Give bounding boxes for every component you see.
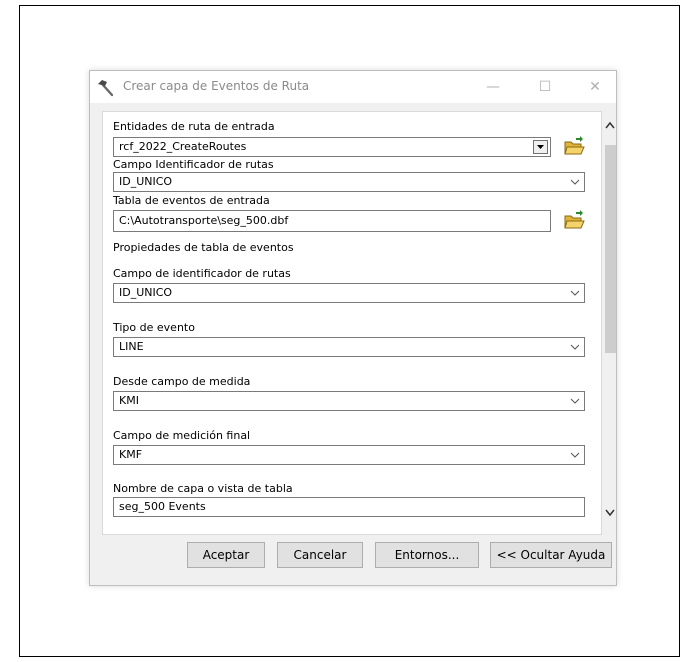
minimize-button[interactable]: — bbox=[470, 71, 516, 103]
triangle-down-icon bbox=[537, 145, 544, 149]
chevron-down-icon bbox=[570, 179, 580, 185]
input-routes-label: Entidades de ruta de entrada bbox=[113, 120, 275, 133]
layer-name-value: seg_500 Events bbox=[119, 500, 206, 513]
event-type-label: Tipo de evento bbox=[113, 321, 195, 334]
event-route-id-label: Campo de identificador de rutas bbox=[113, 267, 291, 280]
input-routes-combo[interactable]: rcf_2022_CreateRoutes bbox=[113, 137, 551, 157]
cancel-button[interactable]: Cancelar bbox=[277, 542, 363, 568]
input-routes-dropdown-button[interactable] bbox=[533, 140, 548, 154]
browse-routes-button[interactable] bbox=[563, 136, 585, 158]
scroll-down-icon[interactable] bbox=[604, 503, 616, 521]
chevron-down-icon bbox=[570, 398, 580, 404]
from-measure-label: Desde campo de medida bbox=[113, 375, 251, 388]
ok-button[interactable]: Aceptar bbox=[187, 542, 265, 568]
to-measure-value: KMF bbox=[119, 448, 143, 461]
hide-help-button[interactable]: << Ocultar Ayuda bbox=[490, 542, 612, 568]
maximize-button[interactable]: ☐ bbox=[522, 71, 568, 103]
route-events-dialog: Crear capa de Eventos de Ruta — ☐ ✕ Enti… bbox=[89, 70, 617, 586]
environments-button[interactable]: Entornos... bbox=[375, 542, 479, 568]
chevron-down-icon bbox=[570, 290, 580, 296]
to-measure-label: Campo de medición final bbox=[113, 429, 251, 442]
event-table-value: C:\Autotransporte\seg_500.dbf bbox=[119, 214, 289, 227]
chevron-down-icon bbox=[570, 344, 580, 350]
route-id-field-select[interactable]: ID_UNICO bbox=[113, 172, 585, 192]
event-type-select[interactable]: LINE bbox=[113, 337, 585, 357]
chevron-down-icon bbox=[570, 452, 580, 458]
browse-table-button[interactable] bbox=[563, 210, 585, 232]
input-routes-value: rcf_2022_CreateRoutes bbox=[119, 140, 247, 153]
vertical-scrollbar[interactable] bbox=[604, 111, 616, 535]
event-table-input[interactable]: C:\Autotransporte\seg_500.dbf bbox=[113, 210, 551, 232]
layer-name-input[interactable]: seg_500 Events bbox=[113, 497, 585, 517]
scroll-up-icon[interactable] bbox=[604, 117, 616, 135]
from-measure-value: KMI bbox=[119, 394, 139, 407]
event-props-label: Propiedades de tabla de eventos bbox=[113, 241, 294, 254]
title-bar: Crear capa de Eventos de Ruta — ☐ ✕ bbox=[90, 71, 616, 103]
route-id-field-value: ID_UNICO bbox=[119, 175, 173, 188]
event-table-label: Tabla de eventos de entrada bbox=[113, 194, 270, 207]
from-measure-select[interactable]: KMI bbox=[113, 391, 585, 411]
event-route-id-value: ID_UNICO bbox=[119, 286, 173, 299]
event-type-value: LINE bbox=[119, 340, 144, 353]
window-title: Crear capa de Eventos de Ruta bbox=[123, 79, 310, 93]
parameters-pane: Entidades de ruta de entrada rcf_2022_Cr… bbox=[102, 111, 602, 535]
hammer-icon bbox=[98, 80, 114, 97]
event-route-id-select[interactable]: ID_UNICO bbox=[113, 283, 585, 303]
close-button[interactable]: ✕ bbox=[572, 71, 618, 103]
scroll-thumb[interactable] bbox=[605, 145, 616, 353]
open-folder-icon bbox=[564, 210, 585, 229]
route-id-field-label: Campo Identificador de rutas bbox=[113, 158, 274, 171]
layer-name-label: Nombre de capa o vista de tabla bbox=[113, 482, 293, 495]
open-folder-icon bbox=[564, 136, 585, 155]
to-measure-select[interactable]: KMF bbox=[113, 445, 585, 465]
